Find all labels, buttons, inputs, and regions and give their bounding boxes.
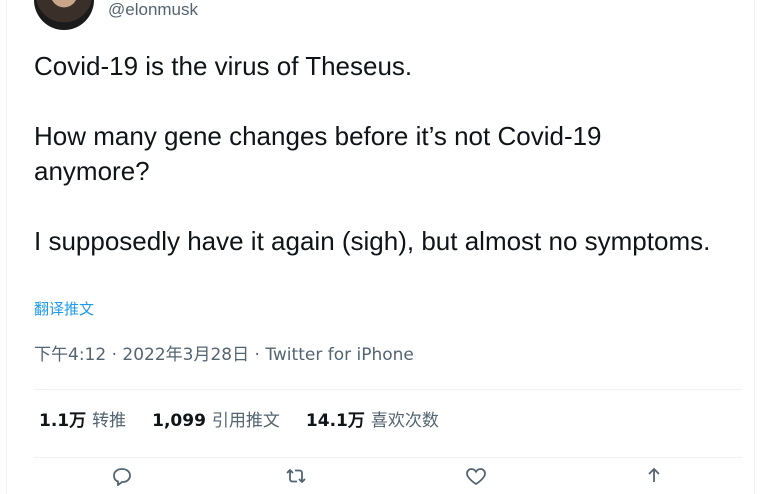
divider [34, 389, 742, 390]
tweet-paragraph: How many gene changes before it’s not Co… [34, 121, 602, 186]
translate-tweet-link[interactable]: 翻译推文 [34, 298, 94, 319]
engagement-stats: 1.1万 转推 1,099 引用推文 14.1万 喜欢次数 [39, 406, 439, 431]
likes-stat[interactable]: 14.1万 喜欢次数 [306, 406, 439, 431]
avatar[interactable] [34, 0, 94, 30]
tweet-text: Covid-19 is the virus of Theseus. How ma… [34, 49, 714, 259]
tweet-paragraph: I supposedly have it again (sigh), but a… [34, 226, 711, 256]
retweets-count: 1.1万 [39, 411, 87, 431]
like-icon [466, 468, 486, 486]
action-bar [34, 466, 742, 486]
quotes-stat[interactable]: 1,099 引用推文 [152, 406, 280, 431]
tweet-paragraph: Covid-19 is the virus of Theseus. [34, 51, 413, 81]
retweet-button[interactable] [284, 466, 308, 486]
quotes-count: 1,099 [152, 411, 206, 431]
tweet-metadata: 下午4:12 · 2022年3月28日 · Twitter for iPhone [34, 340, 414, 365]
like-button[interactable] [464, 466, 488, 486]
share-button[interactable] [642, 466, 666, 486]
quotes-label: 引用推文 [211, 411, 280, 431]
reply-button[interactable] [110, 466, 134, 486]
likes-label: 喜欢次数 [370, 411, 439, 431]
tweet-source[interactable]: Twitter for iPhone [265, 345, 414, 365]
retweet-icon [286, 468, 306, 484]
tweet-card: @elonmusk Covid-19 is the virus of These… [6, 0, 755, 494]
divider [34, 457, 742, 458]
author-handle[interactable]: @elonmusk [108, 0, 198, 20]
retweets-stat[interactable]: 1.1万 转推 [39, 406, 126, 431]
likes-count: 14.1万 [305, 411, 365, 431]
tweet-timestamp[interactable]: 下午4:12 · 2022年3月28日 [34, 345, 249, 365]
reply-icon [113, 468, 131, 486]
retweets-label: 转推 [92, 411, 127, 431]
meta-separator: · [249, 345, 266, 365]
share-icon [648, 467, 660, 482]
